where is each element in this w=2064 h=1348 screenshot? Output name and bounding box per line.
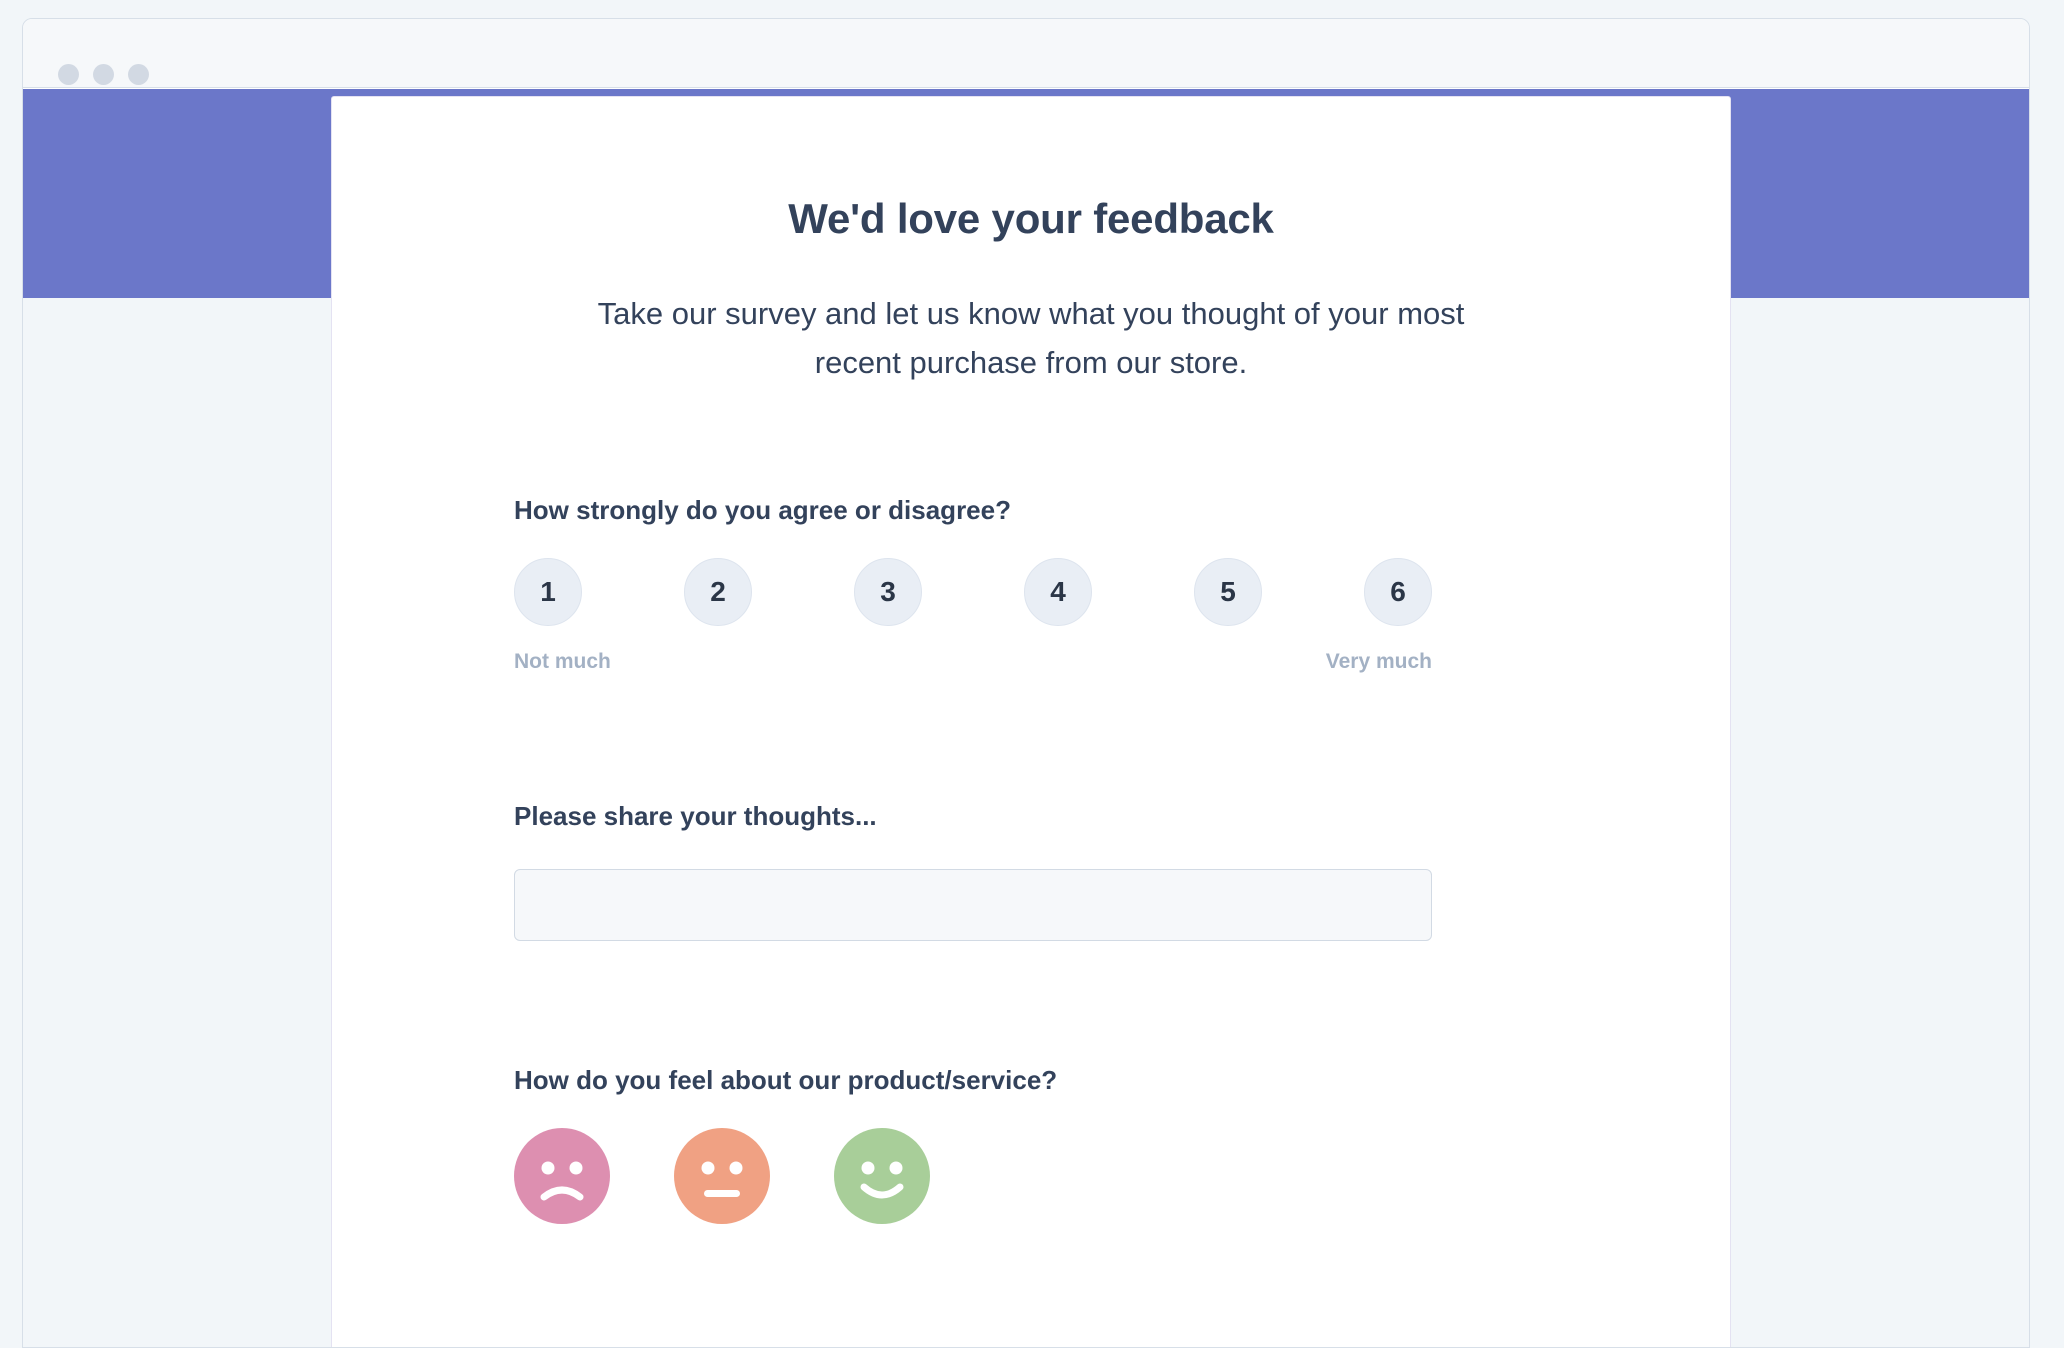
page-subtitle: Take our survey and let us know what you…: [597, 296, 1465, 380]
feelings-face-group: [514, 1128, 1548, 1224]
close-dot-icon[interactable]: [58, 64, 79, 85]
minimize-dot-icon[interactable]: [93, 64, 114, 85]
neutral-face-icon[interactable]: [674, 1128, 770, 1224]
question-feelings-label: How do you feel about our product/servic…: [514, 1065, 1058, 1095]
thoughts-textarea[interactable]: [514, 869, 1432, 941]
rating-low-caption: Not much: [514, 650, 611, 673]
rating-option-2[interactable]: 2: [684, 558, 752, 626]
question-agree-label: How strongly do you agree or disagree?: [514, 495, 1011, 525]
maximize-dot-icon[interactable]: [128, 64, 149, 85]
browser-title-bar: [23, 19, 2029, 88]
page-viewport: We'd love your feedback Take our survey …: [23, 89, 2029, 1347]
happy-face-icon[interactable]: [834, 1128, 930, 1224]
traffic-light-controls: [58, 64, 149, 85]
rating-scale: 1 2 3 4 5 6: [514, 558, 1432, 626]
rating-option-4[interactable]: 4: [1024, 558, 1092, 626]
question-agree: How strongly do you agree or disagree? 1…: [332, 387, 1730, 674]
sad-face-icon[interactable]: [514, 1128, 610, 1224]
rating-option-3[interactable]: 3: [854, 558, 922, 626]
question-thoughts: Please share your thoughts...: [332, 674, 1730, 941]
survey-card: We'd love your feedback Take our survey …: [331, 96, 1731, 1347]
question-feelings: How do you feel about our product/servic…: [332, 941, 1730, 1224]
rating-option-6[interactable]: 6: [1364, 558, 1432, 626]
rating-option-1[interactable]: 1: [514, 558, 582, 626]
rating-scale-captions: Not much Very much: [514, 650, 1432, 674]
rating-high-caption: Very much: [1325, 650, 1432, 673]
page-title: We'd love your feedback: [788, 195, 1274, 242]
browser-window: We'd love your feedback Take our survey …: [22, 18, 2030, 1348]
question-thoughts-label: Please share your thoughts...: [514, 801, 877, 831]
rating-option-5[interactable]: 5: [1194, 558, 1262, 626]
